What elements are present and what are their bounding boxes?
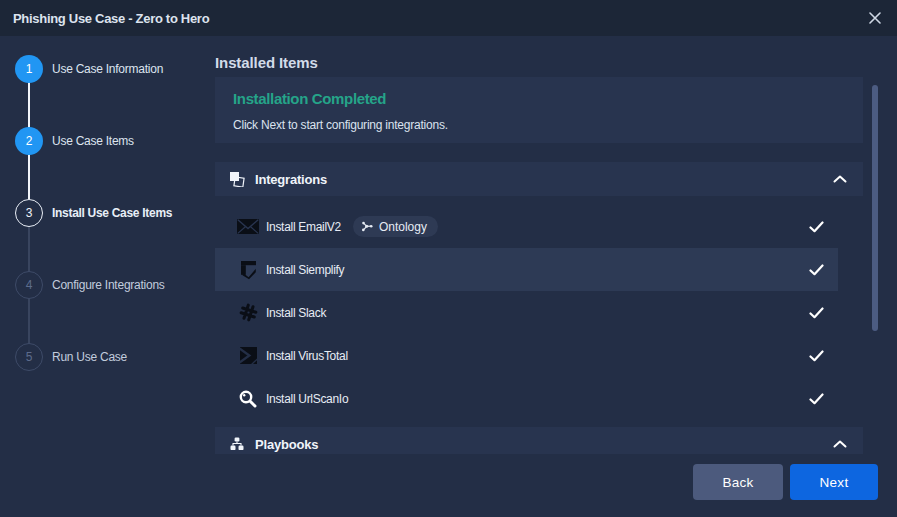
- banner-subtitle: Click Next to start configuring integrat…: [233, 118, 448, 132]
- step-circle-2[interactable]: 2: [15, 127, 43, 155]
- item-label: Install Slack: [266, 306, 326, 320]
- installed-check-icon: [808, 348, 824, 364]
- item-label: Install EmailV2: [266, 220, 341, 234]
- urlscanio-logo-icon: [237, 388, 259, 410]
- scrollbar[interactable]: [872, 85, 878, 331]
- item-row-siemplify[interactable]: Install Siemplify: [215, 248, 838, 291]
- step-label-4[interactable]: Configure Integrations: [52, 278, 165, 292]
- ontology-icon: [361, 221, 373, 232]
- step-number: 3: [26, 206, 33, 220]
- step-circle-1[interactable]: 1: [15, 55, 43, 83]
- section-header-integrations[interactable]: Integrations: [215, 162, 863, 196]
- virustotal-logo-icon: [237, 345, 259, 367]
- badge-label: Ontology: [379, 220, 427, 234]
- ontology-badge[interactable]: Ontology: [353, 216, 438, 237]
- item-row-virustotal[interactable]: Install VirusTotal: [215, 334, 838, 377]
- step-number: 4: [26, 278, 33, 292]
- close-icon[interactable]: [863, 6, 886, 29]
- step-label-5[interactable]: Run Use Case: [52, 350, 127, 364]
- section-label: Integrations: [255, 172, 327, 187]
- item-label: Install UrlScanIo: [266, 392, 348, 406]
- back-button[interactable]: Back: [693, 464, 783, 500]
- section-label: Playbooks: [255, 437, 318, 452]
- step-circle-4[interactable]: 4: [15, 271, 43, 299]
- slack-logo-icon: [237, 302, 259, 324]
- step-number: 1: [26, 62, 33, 76]
- dialog-title: Phishing Use Case - Zero to Hero: [13, 11, 209, 26]
- playbooks-icon: [229, 436, 245, 452]
- wizard-stepper: 1 Use Case Information 2 Use Case Items …: [0, 0, 215, 517]
- banner-title: Installation Completed: [233, 90, 386, 107]
- installation-banner: Installation Completed Click Next to sta…: [215, 77, 863, 143]
- integrations-icon: [229, 171, 245, 187]
- titlebar: Phishing Use Case - Zero to Hero: [0, 0, 897, 36]
- installed-check-icon: [808, 219, 824, 235]
- item-row-emailv2[interactable]: Install EmailV2 Ontology: [215, 205, 838, 248]
- step-circle-3[interactable]: 3: [15, 199, 43, 227]
- step-number: 2: [26, 134, 33, 148]
- wizard-dialog: Installed Items Installation Completed C…: [0, 0, 897, 517]
- item-label: Install VirusTotal: [266, 349, 348, 363]
- step-number: 5: [26, 350, 33, 364]
- item-row-urlscanio[interactable]: Install UrlScanIo: [215, 377, 838, 420]
- installed-check-icon: [808, 305, 824, 321]
- collapse-chevron-icon[interactable]: [832, 171, 848, 187]
- installed-check-icon: [808, 262, 824, 278]
- section-header-playbooks[interactable]: Playbooks: [215, 427, 863, 454]
- next-button[interactable]: Next: [790, 464, 878, 500]
- installed-check-icon: [808, 391, 824, 407]
- step-label-2[interactable]: Use Case Items: [52, 134, 134, 148]
- item-label: Install Siemplify: [266, 263, 344, 277]
- step-circle-5[interactable]: 5: [15, 343, 43, 371]
- siemplify-logo-icon: [237, 259, 259, 281]
- item-row-slack[interactable]: Install Slack: [215, 291, 838, 334]
- emailv2-logo-icon: [237, 216, 259, 238]
- step-label-1[interactable]: Use Case Information: [52, 62, 163, 76]
- step-label-3[interactable]: Install Use Case Items: [52, 206, 172, 220]
- collapse-chevron-icon[interactable]: [832, 436, 848, 452]
